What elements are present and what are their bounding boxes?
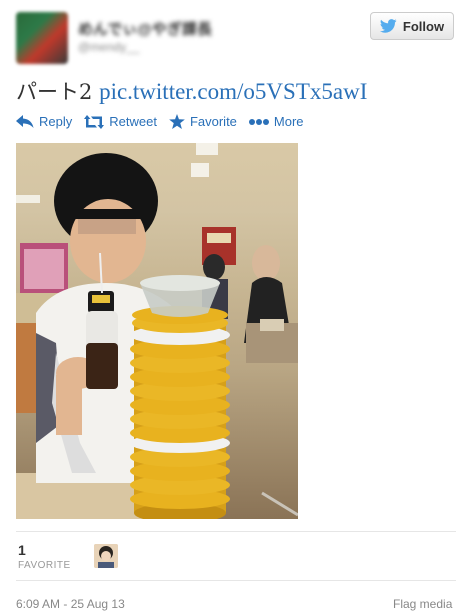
retweet-label: Retweet: [109, 114, 157, 129]
follow-label: Follow: [402, 18, 445, 34]
tweet-media-link[interactable]: pic.twitter.com/o5VSTx5awI: [99, 79, 367, 104]
favorite-button[interactable]: Favorite: [169, 114, 237, 129]
reply-icon: [16, 114, 34, 129]
plate-stack: [130, 306, 230, 519]
twitter-bird-icon: [379, 19, 397, 33]
tweet-timestamp[interactable]: 6:09 AM - 25 Aug 13: [16, 597, 125, 611]
display-name[interactable]: めんでぃ@やぎ課長: [78, 18, 212, 39]
retweet-button[interactable]: Retweet: [84, 114, 157, 129]
tweet-body: パート2: [16, 80, 93, 104]
retweet-icon: [84, 114, 105, 129]
more-button[interactable]: More: [248, 114, 304, 129]
favorite-count-label[interactable]: FAVORITE: [18, 560, 71, 571]
more-dots-icon: [248, 118, 269, 126]
more-label: More: [273, 114, 304, 129]
reply-button[interactable]: Reply: [16, 114, 72, 129]
divider-bottom: [16, 580, 456, 581]
screen-name[interactable]: @mendy__: [78, 40, 140, 54]
photo-illustration: [16, 143, 298, 519]
tweet-photo[interactable]: [16, 143, 298, 519]
divider-top: [16, 531, 456, 532]
flag-media-link[interactable]: Flag media: [393, 597, 452, 611]
tweet-text: パート2 pic.twitter.com/o5VSTx5awI: [16, 76, 367, 106]
follow-button[interactable]: Follow: [370, 12, 454, 40]
reply-label: Reply: [39, 114, 73, 129]
tweet-actions: Reply Retweet Favorite More: [16, 114, 316, 129]
favorite-count[interactable]: 1: [18, 542, 26, 558]
favorite-label: Favorite: [189, 114, 237, 129]
favoriter-avatar[interactable]: [94, 544, 118, 568]
user-avatar[interactable]: [16, 12, 68, 64]
star-icon: [169, 114, 185, 129]
